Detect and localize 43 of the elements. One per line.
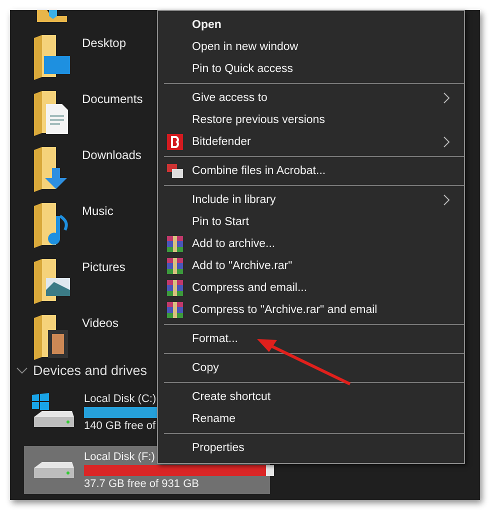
folder-name: Documents — [82, 92, 143, 106]
folder-name: Videos — [82, 316, 118, 330]
menu-item[interactable]: Add to "Archive.rar" — [158, 255, 464, 277]
folder-item[interactable]: Videos — [32, 310, 152, 366]
menu-item[interactable]: Restore previous versions — [158, 109, 464, 131]
menu-item[interactable]: Pin to Start — [158, 211, 464, 233]
menu-item[interactable]: Give access to — [158, 87, 464, 109]
menu-item[interactable]: Pin to Quick access — [158, 58, 464, 80]
menu-item[interactable]: Compress to "Archive.rar" and email — [158, 299, 464, 321]
folder-name: Music — [82, 204, 114, 218]
books-stack-icon — [167, 236, 183, 252]
folder-name: Desktop — [82, 36, 126, 50]
folder-name: Pictures — [82, 260, 126, 274]
menu-item[interactable]: Format... — [158, 328, 464, 350]
books-stack-icon — [167, 302, 183, 318]
menu-item[interactable]: Open in new window — [158, 36, 464, 58]
books-stack-icon — [167, 280, 183, 296]
menu-item[interactable]: Compress and email... — [158, 277, 464, 299]
books-stack-icon — [167, 258, 183, 274]
folder-item[interactable]: Desktop — [32, 30, 152, 86]
folder-item[interactable]: Music — [32, 198, 152, 254]
drive-free-space: 37.7 GB free of 931 GB — [84, 478, 199, 490]
desktop-folder-icon — [32, 34, 72, 80]
picture-folder-icon — [32, 258, 72, 304]
acrobat-icon — [167, 164, 183, 178]
section-title: Devices and drives — [33, 363, 148, 378]
folder-item[interactable]: Downloads — [32, 142, 152, 198]
menu-item[interactable]: Create shortcut — [158, 386, 464, 408]
drive-free-space: 140 GB free of — [84, 420, 156, 432]
b-logo-icon — [167, 134, 183, 150]
menu-item[interactable]: Copy — [158, 357, 464, 379]
menu-item[interactable]: Rename — [158, 408, 464, 430]
menu-item[interactable]: Bitdefender — [158, 131, 464, 153]
drive-name: Local Disk (C:) — [84, 392, 156, 404]
folder-name: Downloads — [82, 148, 142, 162]
menu-item[interactable]: Open — [158, 14, 464, 36]
folder-item[interactable]: Pictures — [32, 254, 152, 310]
menu-item[interactable]: Include in library — [158, 189, 464, 211]
menu-item[interactable]: Combine files in Acrobat... — [158, 160, 464, 182]
menu-item[interactable]: Add to archive... — [158, 233, 464, 255]
drive-name: Local Disk (F:) — [84, 450, 155, 462]
folder-item[interactable]: Documents — [32, 86, 152, 142]
chevron-icon[interactable] — [16, 366, 28, 374]
